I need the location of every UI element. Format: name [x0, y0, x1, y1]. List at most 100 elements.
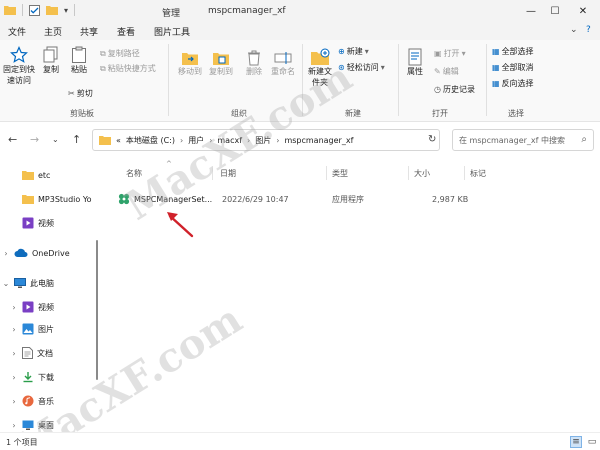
column-header-date[interactable]: 日期 — [220, 168, 236, 179]
move-to-button[interactable]: 移动到 — [176, 50, 204, 77]
chevron-down-icon: ▾ — [461, 49, 466, 58]
up-button[interactable]: ↑ — [72, 133, 81, 146]
chevron-right-icon[interactable]: › — [2, 249, 10, 258]
edit-label: 编辑 — [442, 67, 459, 76]
copy-button[interactable]: 复制 — [40, 46, 62, 75]
easy-access-button[interactable]: ⊛ 轻松访问 ▾ — [338, 62, 385, 73]
nav-item-downloads[interactable]: › 下载 — [10, 368, 54, 386]
properties-button[interactable]: 属性 — [403, 48, 427, 77]
select-all-label: 全部选择 — [501, 47, 534, 56]
close-icon: ✕ — [578, 5, 588, 17]
folder-icon — [22, 195, 34, 204]
nav-label: 下载 — [38, 372, 54, 382]
nav-item-videos-quick[interactable]: 视频 — [10, 214, 54, 232]
column-header-name[interactable]: 名称 — [126, 168, 142, 179]
divider — [302, 44, 303, 116]
nav-item-pictures[interactable]: › 图片 — [10, 320, 54, 338]
delete-button[interactable]: 删除 — [243, 50, 265, 77]
window-title: mspcmanager_xf — [208, 6, 286, 16]
context-tab-label: 管理 — [162, 9, 181, 19]
easy-access-label: 轻松访问 — [346, 63, 379, 72]
rename-button[interactable]: 重命名 — [268, 50, 298, 77]
paste-shortcut-button[interactable]: ⧉ 粘贴快捷方式 — [100, 63, 156, 74]
help-icon[interactable]: ? — [586, 25, 591, 35]
column-header-size[interactable]: 大小 — [414, 168, 430, 179]
breadcrumb-overflow[interactable]: « — [116, 136, 121, 145]
chevron-down-icon[interactable]: ▾ — [64, 6, 68, 15]
delete-label: 删除 — [246, 67, 262, 76]
file-size: 2,987 KB — [432, 194, 469, 204]
paste-button[interactable]: 粘贴 — [67, 46, 91, 75]
invert-selection-label: 反向选择 — [501, 79, 534, 88]
nav-label: 此电脑 — [30, 278, 54, 288]
copy-path-button[interactable]: ⧉ 复制路径 — [100, 48, 140, 59]
edit-button[interactable]: ✎ 编辑 — [434, 66, 459, 77]
nav-item-music[interactable]: › 音乐 — [10, 392, 54, 410]
breadcrumb-item[interactable]: 图片 — [255, 135, 271, 146]
easy-access-icon: ⊛ — [338, 63, 345, 72]
search-input[interactable]: 在 mspcmanager_xf 中搜索 ⌕ — [452, 129, 594, 151]
forward-button[interactable]: → — [30, 133, 39, 146]
nav-item-onedrive[interactable]: › OneDrive — [2, 244, 69, 262]
nav-scrollbar[interactable] — [96, 240, 98, 380]
tab-home[interactable]: 主页 — [44, 25, 62, 38]
nav-item-this-pc[interactable]: ⌄ 此电脑 — [2, 274, 54, 292]
select-all-button[interactable]: ▦ 全部选择 — [492, 46, 534, 57]
checkmark-icon[interactable] — [29, 4, 40, 16]
details-view-button[interactable]: ≡ — [570, 436, 582, 448]
new-item-label: 新建 — [346, 47, 363, 56]
back-button[interactable]: ← — [8, 133, 17, 146]
invert-selection-button[interactable]: ▦ 反向选择 — [492, 78, 534, 89]
tab-picture-tools[interactable]: 图片工具 — [154, 25, 190, 38]
chevron-down-icon[interactable]: ⌄ — [570, 25, 578, 35]
history-button[interactable]: ◷ 历史记录 — [434, 84, 475, 95]
nav-item-etc[interactable]: etc — [10, 166, 50, 184]
chevron-right-icon[interactable]: › — [10, 397, 18, 406]
chevron-right-icon[interactable]: › — [10, 349, 18, 358]
chevron-right-icon: › — [179, 135, 184, 145]
recent-locations-button[interactable]: ⌄ — [52, 135, 59, 144]
folder-icon[interactable] — [46, 5, 58, 15]
nav-label: MP3Studio Yo — [38, 194, 92, 204]
tab-view[interactable]: 查看 — [117, 25, 135, 38]
nav-label: 图片 — [38, 324, 54, 334]
music-icon — [22, 395, 34, 407]
copy-to-label: 复制到 — [209, 67, 233, 76]
select-none-button[interactable]: ▦ 全部取消 — [492, 62, 534, 73]
table-row[interactable]: MSPCManagerSet... 2022/6/29 10:47 应用程序 2… — [112, 190, 592, 208]
nav-item-mp3studio[interactable]: MP3Studio Yo — [10, 190, 92, 208]
new-folder-button[interactable]: 新建文件夹 — [306, 48, 334, 88]
chevron-right-icon[interactable]: › — [10, 373, 18, 382]
column-header-type[interactable]: 类型 — [332, 168, 348, 179]
close-button[interactable]: ✕ — [560, 0, 600, 22]
nav-label: 视频 — [38, 218, 54, 228]
breadcrumb-item[interactable]: 本地磁盘 (C:) — [126, 135, 175, 146]
new-item-button[interactable]: ⊕ 新建 ▾ — [338, 46, 369, 57]
nav-item-documents[interactable]: › 文档 — [10, 344, 53, 362]
properties-icon — [408, 48, 422, 66]
status-bar: 1 个项目 ≡ ▭ — [0, 432, 600, 450]
chevron-down-icon: ⌄ — [52, 135, 59, 144]
breadcrumb-item[interactable]: mspcmanager_xf — [284, 136, 353, 145]
tab-file[interactable]: 文件 — [8, 25, 26, 38]
cut-button[interactable]: ✂ 剪切 — [68, 88, 93, 99]
nav-item-videos[interactable]: › 视频 — [10, 298, 54, 316]
pc-icon — [14, 277, 26, 288]
copy-to-button[interactable]: 复制到 — [207, 50, 235, 77]
divider — [408, 166, 409, 180]
chevron-right-icon[interactable]: › — [10, 303, 18, 312]
column-header-tags[interactable]: 标记 — [470, 168, 486, 179]
link-icon: ⧉ — [100, 48, 106, 58]
pin-quick-access-button[interactable]: 固定到快速访问 — [2, 46, 36, 86]
chevron-right-icon[interactable]: › — [10, 421, 18, 430]
tab-share[interactable]: 共享 — [80, 25, 98, 38]
breadcrumb-item[interactable]: 用户 — [188, 135, 204, 146]
chevron-down-icon[interactable]: ⌄ — [2, 279, 10, 288]
breadcrumb-item[interactable]: macxf — [217, 136, 242, 145]
breadcrumb[interactable]: « 本地磁盘 (C:) › 用户 › macxf › 图片 › mspcmana… — [92, 129, 440, 151]
chevron-right-icon[interactable]: › — [10, 325, 18, 334]
refresh-button[interactable]: ↻ — [428, 134, 436, 145]
large-icons-view-button[interactable]: ▭ — [586, 436, 598, 448]
open-button[interactable]: ▣ 打开 ▾ — [434, 48, 466, 59]
chevron-down-icon: ▾ — [380, 63, 385, 72]
